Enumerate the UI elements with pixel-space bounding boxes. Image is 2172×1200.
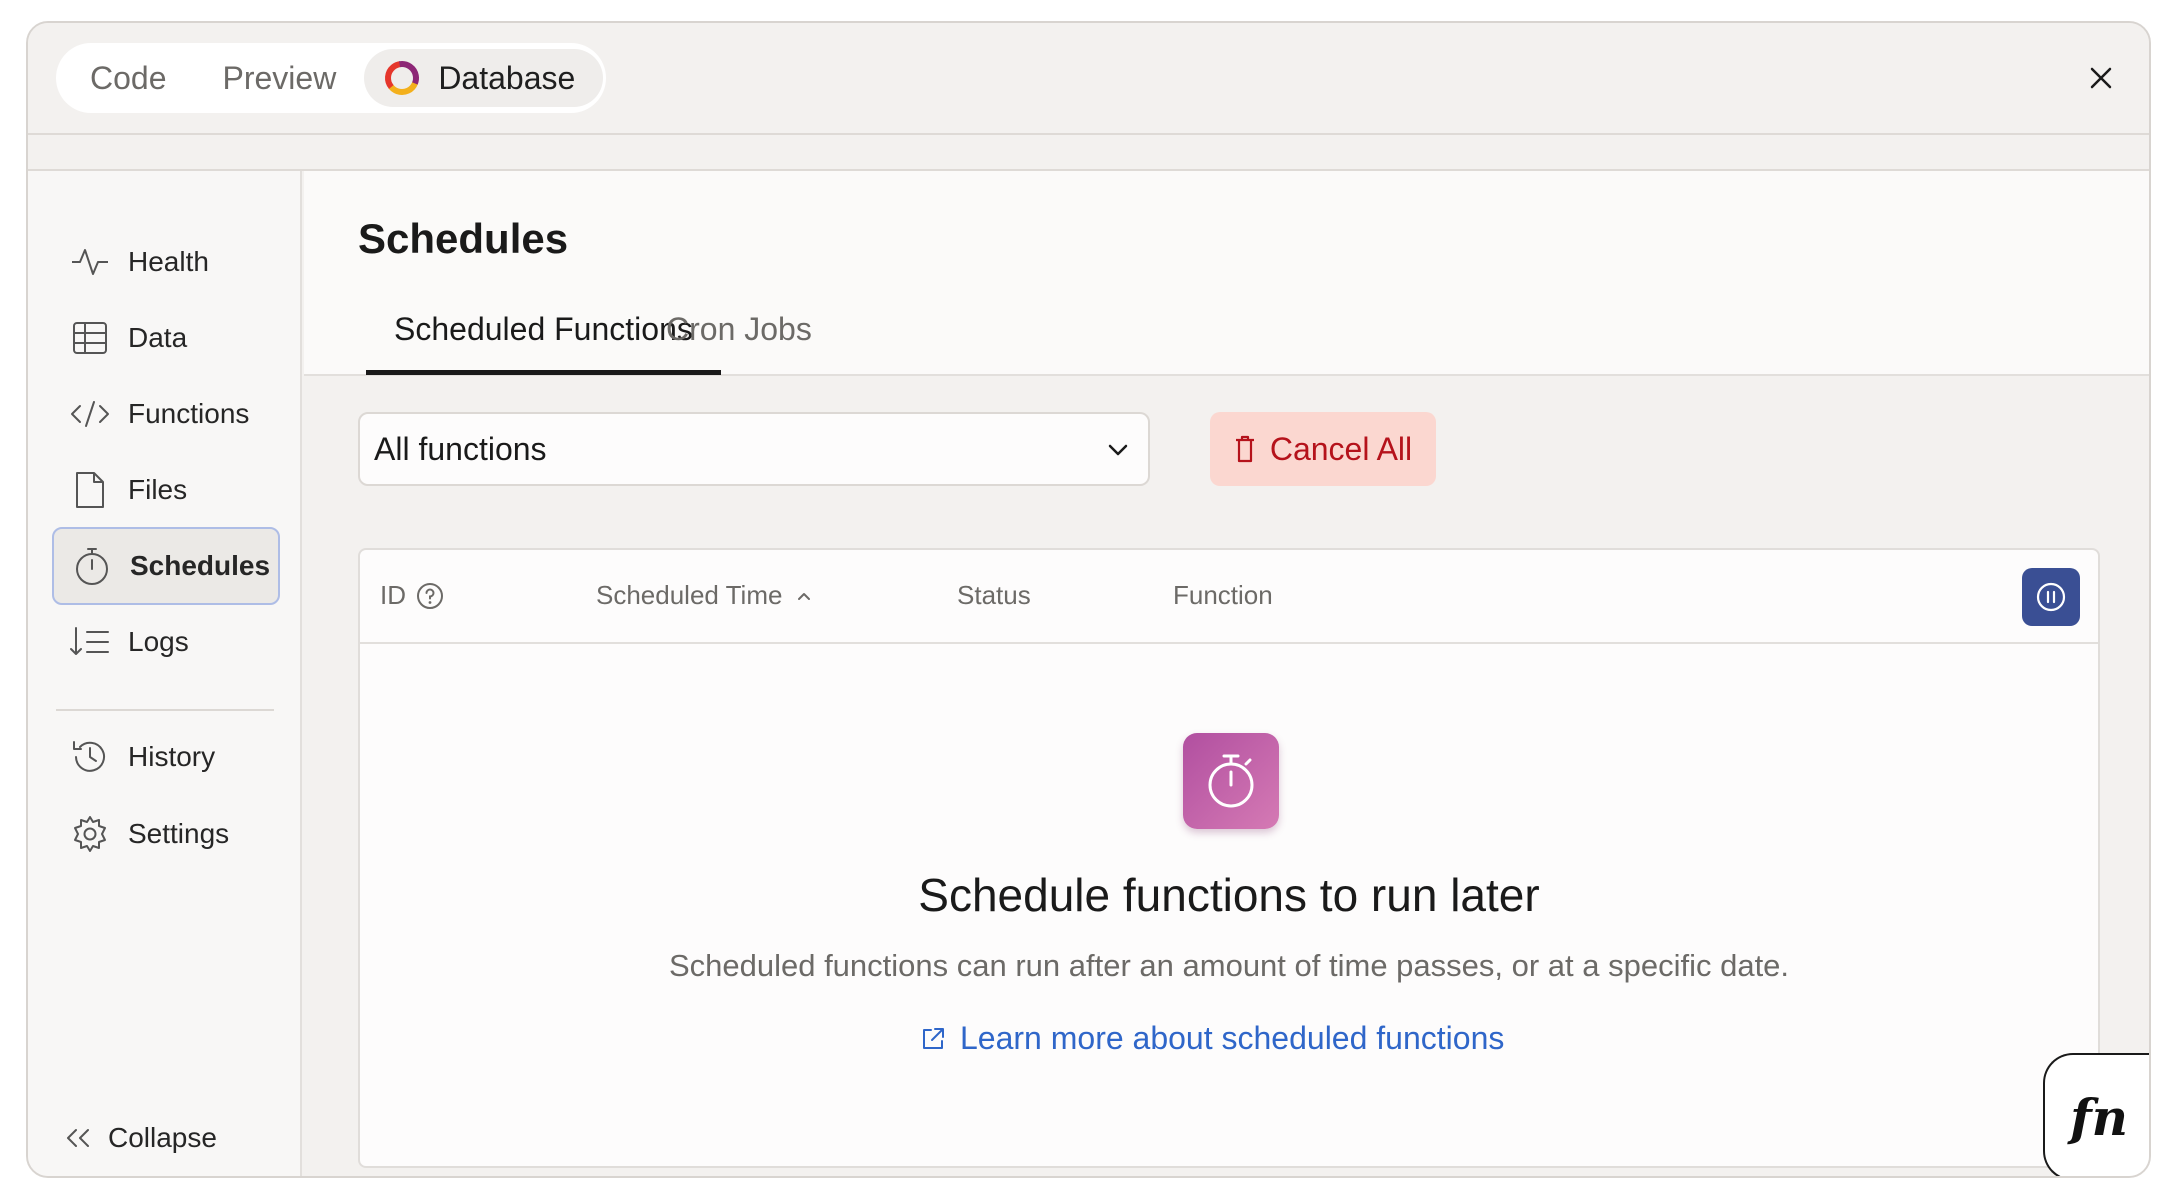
fn-label: fn	[2070, 1087, 2128, 1147]
sidebar-item-label: Logs	[128, 626, 189, 657]
pause-circle-icon	[2036, 582, 2066, 612]
sidebar-item-files[interactable]: Files	[52, 451, 280, 529]
top-bar: Code Preview Database	[28, 23, 2149, 133]
trash-icon	[1234, 435, 1256, 463]
sort-list-icon	[70, 622, 110, 662]
column-header-label: ID	[380, 580, 406, 610]
close-button[interactable]	[2081, 58, 2121, 98]
main-content: Schedules Scheduled Functions Cron Jobs …	[304, 171, 2149, 1176]
column-header-status: Status	[957, 580, 1031, 611]
pause-button[interactable]	[2022, 568, 2080, 626]
function-filter-value: All functions	[374, 430, 547, 467]
cancel-all-label: Cancel All	[1269, 430, 1413, 467]
collapse-label: Collapse	[108, 1122, 217, 1153]
tab-preview[interactable]: Preview	[195, 49, 365, 107]
function-runner-toggle[interactable]: fn	[2043, 1053, 2149, 1176]
table-header: ID Scheduled Time Status Function	[360, 550, 2098, 644]
sidebar-item-label: Settings	[128, 818, 230, 849]
tab-code[interactable]: Code	[62, 49, 195, 107]
view-switcher: Code Preview Database	[56, 43, 606, 113]
database-logo-icon	[385, 61, 420, 95]
sidebar-item-label: Data	[128, 322, 188, 353]
empty-state-stopwatch-badge	[1183, 733, 1279, 829]
column-header-id: ID	[380, 580, 444, 611]
chevrons-left-icon	[62, 1118, 94, 1158]
sidebar-item-data[interactable]: Data	[52, 299, 280, 377]
sub-bar	[28, 133, 2149, 171]
sidebar-item-schedules[interactable]: Schedules	[52, 527, 280, 605]
column-header-label: Status	[957, 580, 1031, 610]
sort-ascending-icon	[798, 592, 811, 600]
column-header-scheduled-time[interactable]: Scheduled Time	[596, 580, 812, 611]
column-header-function: Function	[1173, 580, 1273, 611]
stopwatch-icon	[1208, 754, 1254, 808]
chevron-down-icon	[1108, 444, 1128, 456]
sidebar-item-label: History	[128, 741, 216, 772]
tab-cron-jobs[interactable]: Cron Jobs	[638, 311, 840, 375]
table-icon	[70, 318, 110, 358]
sidebar-item-label: Health	[128, 246, 209, 277]
sidebar-item-label: Files	[128, 474, 188, 505]
page-title: Schedules	[358, 215, 569, 262]
column-header-label: Scheduled Time	[596, 580, 783, 610]
activity-icon	[70, 242, 110, 282]
tab-database-label: Database	[438, 59, 576, 96]
external-link-icon	[920, 1026, 946, 1052]
sidebar-divider	[56, 709, 274, 711]
dashboard-window: Code Preview Database Health Data Functi…	[26, 21, 2151, 1178]
sidebar: Health Data Functions Files Schedules Lo…	[28, 171, 302, 1176]
cancel-all-button[interactable]: Cancel All	[1210, 412, 1436, 486]
tab-database[interactable]: Database	[364, 49, 604, 107]
sidebar-item-health[interactable]: Health	[52, 223, 280, 301]
gear-icon	[70, 814, 110, 854]
column-header-label: Function	[1173, 580, 1273, 610]
sidebar-item-settings[interactable]: Settings	[52, 795, 280, 873]
close-icon	[2090, 67, 2112, 89]
history-icon	[70, 737, 110, 777]
empty-state-title: Schedule functions to run later	[918, 869, 1540, 921]
learn-more-link[interactable]: Learn more about scheduled functions	[920, 1020, 1504, 1057]
learn-more-label: Learn more about scheduled functions	[960, 1020, 1505, 1056]
scheduled-functions-table: ID Scheduled Time Status Function Schedu…	[358, 548, 2100, 1168]
collapse-button[interactable]: Collapse	[62, 1113, 217, 1163]
sidebar-item-logs[interactable]: Logs	[52, 603, 280, 681]
sidebar-item-label: Functions	[128, 398, 250, 429]
code-icon	[70, 394, 110, 434]
function-filter-select[interactable]: All functions	[358, 412, 1150, 486]
empty-state-description: Scheduled functions can run after an amo…	[668, 948, 1790, 983]
stopwatch-icon	[72, 546, 112, 586]
file-icon	[70, 470, 110, 510]
sidebar-item-label: Schedules	[130, 550, 271, 581]
sidebar-item-history[interactable]: History	[52, 718, 280, 796]
help-circle-icon[interactable]	[416, 582, 444, 610]
page-header: Schedules Scheduled Functions Cron Jobs	[304, 171, 2149, 376]
sidebar-item-functions[interactable]: Functions	[52, 375, 280, 453]
